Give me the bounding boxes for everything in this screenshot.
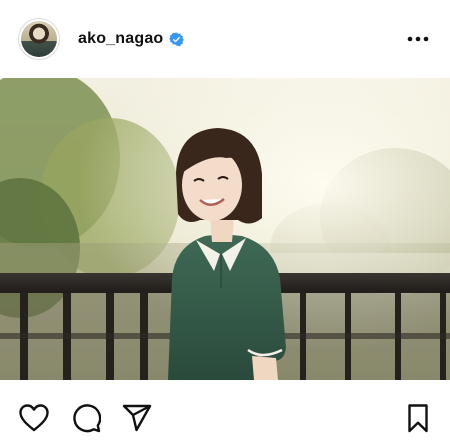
post-photo[interactable] bbox=[0, 78, 450, 380]
post-header: ako_nagao bbox=[0, 0, 450, 78]
avatar-image bbox=[21, 21, 57, 57]
action-bar bbox=[0, 380, 450, 442]
verified-badge-icon bbox=[169, 32, 185, 47]
comment-bubble-icon[interactable] bbox=[70, 402, 102, 434]
username-group[interactable]: ako_nagao bbox=[78, 30, 185, 48]
bookmark-icon[interactable] bbox=[402, 402, 434, 434]
instagram-post: ako_nagao bbox=[0, 0, 450, 442]
username[interactable]: ako_nagao bbox=[78, 30, 163, 48]
profile-avatar[interactable] bbox=[18, 18, 60, 60]
paper-plane-icon[interactable] bbox=[121, 402, 153, 434]
more-options-icon[interactable] bbox=[404, 25, 432, 53]
heart-icon[interactable] bbox=[18, 402, 50, 434]
